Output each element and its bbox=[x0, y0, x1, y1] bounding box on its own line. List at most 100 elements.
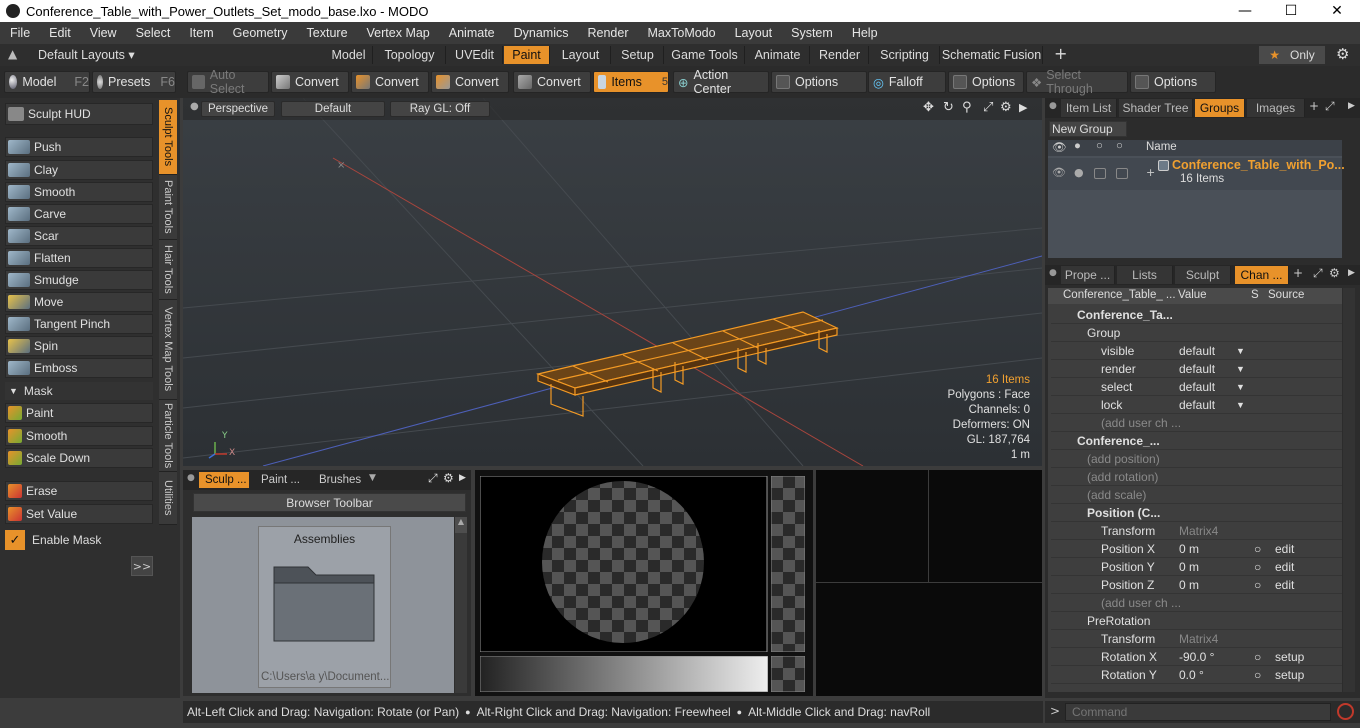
sculpt-hud-button[interactable]: Sculpt HUD bbox=[5, 103, 153, 125]
add-tab-button[interactable]: + bbox=[1054, 44, 1067, 63]
top-panel-dot[interactable]: ● bbox=[1049, 101, 1057, 111]
browser-maximize-icon[interactable]: ⤢ bbox=[428, 471, 438, 486]
channel-row[interactable]: select default ▼ bbox=[1051, 378, 1342, 396]
group-select-box[interactable] bbox=[1116, 168, 1128, 179]
brushes-dropdown-icon[interactable]: ▼ bbox=[369, 473, 376, 483]
model-button[interactable]: Model F2 bbox=[4, 71, 90, 93]
menu-view[interactable]: View bbox=[80, 26, 126, 40]
menu-texture[interactable]: Texture bbox=[297, 26, 357, 40]
convert-button-1[interactable]: Convert bbox=[271, 71, 349, 93]
tab-render[interactable]: Render bbox=[811, 46, 869, 64]
channel-row[interactable]: Rotation X -90.0 ° ○ setup bbox=[1051, 648, 1342, 666]
vtab-hair-tools[interactable]: Hair Tools bbox=[159, 240, 177, 300]
channel-value[interactable]: -90.0 ° bbox=[1179, 650, 1214, 664]
tool-clay[interactable]: Clay bbox=[5, 160, 153, 180]
channel-state-icon[interactable]: ○ bbox=[1254, 560, 1261, 574]
tool-emboss[interactable]: Emboss bbox=[5, 358, 153, 378]
mid-panel-dot[interactable]: ● bbox=[1049, 268, 1057, 278]
mask-header[interactable]: ▼ Mask bbox=[5, 382, 153, 400]
tool-flatten[interactable]: Flatten bbox=[5, 248, 153, 268]
tab-groups[interactable]: Groups bbox=[1195, 99, 1245, 117]
tab-model[interactable]: Model bbox=[325, 46, 373, 64]
tab-item-list[interactable]: Item List bbox=[1061, 99, 1117, 117]
falloff-button[interactable]: ◎ Falloff bbox=[868, 71, 946, 93]
layout-up-icon[interactable]: ▲ bbox=[8, 47, 17, 61]
channel-value[interactable]: 0 m bbox=[1179, 560, 1199, 574]
tab-shader-tree[interactable]: Shader Tree bbox=[1119, 99, 1193, 117]
channel-row[interactable]: Position X 0 m ○ edit bbox=[1051, 540, 1342, 558]
channel-value[interactable]: Matrix4 bbox=[1179, 524, 1218, 538]
vtab-vertex-map-tools[interactable]: Vertex Map Tools bbox=[159, 300, 177, 400]
viewport-scene[interactable]: × bbox=[183, 98, 1042, 466]
channel-row[interactable]: Conference_... bbox=[1051, 432, 1342, 450]
channel-row[interactable]: (add position) bbox=[1051, 450, 1342, 468]
channel-row[interactable]: (add user ch ... bbox=[1051, 594, 1342, 612]
mid-gear-icon[interactable]: ⚙ bbox=[1329, 266, 1340, 280]
raygl-toggle[interactable]: Ray GL: Off bbox=[390, 101, 490, 117]
menu-dynamics[interactable]: Dynamics bbox=[504, 26, 578, 40]
channel-row[interactable]: (add rotation) bbox=[1051, 468, 1342, 486]
channel-row[interactable]: visible default ▼ bbox=[1051, 342, 1342, 360]
channel-row[interactable]: Rotation Y 0.0 ° ○ setup bbox=[1051, 666, 1342, 684]
default-layouts-dropdown[interactable]: Default Layouts ▾ bbox=[38, 47, 135, 62]
convert-button-4[interactable]: Convert bbox=[513, 71, 591, 93]
viewport-menu-dot[interactable]: ● bbox=[190, 101, 199, 112]
move-view-icon[interactable]: ✥ bbox=[923, 100, 934, 115]
only-toggle[interactable]: ★ Only bbox=[1259, 46, 1325, 64]
tab-scripting[interactable]: Scripting bbox=[870, 46, 940, 64]
menu-file[interactable]: File bbox=[0, 26, 39, 40]
channel-row[interactable]: Conference_Ta... bbox=[1051, 306, 1342, 324]
tab-lists[interactable]: Lists bbox=[1117, 266, 1173, 284]
tool-smooth[interactable]: Smooth bbox=[5, 182, 153, 202]
group-lock-box[interactable] bbox=[1094, 168, 1106, 179]
tab-paint[interactable]: Paint bbox=[504, 46, 550, 64]
viewport-gear-icon[interactable]: ⚙ bbox=[1000, 100, 1012, 115]
dropdown-arrow-icon[interactable]: ▼ bbox=[1236, 346, 1245, 356]
action-center-button[interactable]: ⊕ Action Center bbox=[673, 68, 769, 96]
enable-mask-checkbox[interactable]: ✓ Enable Mask bbox=[5, 529, 153, 551]
tab-images[interactable]: Images bbox=[1247, 99, 1305, 117]
browser-menu-dot[interactable]: ● bbox=[187, 473, 195, 483]
new-group-button[interactable]: New Group bbox=[1049, 121, 1127, 137]
maximize-view-icon[interactable]: ⤢ bbox=[983, 100, 993, 115]
zoom-view-icon[interactable]: ⚲ bbox=[962, 100, 972, 115]
channel-row[interactable]: Transform Matrix4 bbox=[1051, 630, 1342, 648]
mask-smooth[interactable]: Smooth bbox=[5, 426, 153, 446]
channels-scrollbar[interactable] bbox=[1343, 288, 1355, 692]
menu-system[interactable]: System bbox=[781, 26, 842, 40]
channel-value[interactable]: 0.0 ° bbox=[1179, 668, 1204, 682]
tab-paint-presets[interactable]: Paint ... bbox=[255, 472, 311, 488]
set-value-button[interactable]: Set Value bbox=[5, 504, 153, 524]
record-icon[interactable] bbox=[1337, 703, 1354, 720]
tool-spin[interactable]: Spin bbox=[5, 336, 153, 356]
channel-row[interactable]: (add scale) bbox=[1051, 486, 1342, 504]
tab-channels[interactable]: Chan ... bbox=[1235, 266, 1289, 284]
items-button[interactable]: Items 5 bbox=[593, 71, 669, 93]
tab-layout[interactable]: Layout bbox=[551, 46, 611, 64]
expand-group-icon[interactable]: + bbox=[1146, 166, 1155, 179]
browser-more-icon[interactable]: ▶ bbox=[459, 473, 466, 483]
channel-row[interactable]: PreRotation bbox=[1051, 612, 1342, 630]
maximize-button[interactable]: ☐ bbox=[1268, 0, 1314, 22]
convert-button-3[interactable]: Convert bbox=[431, 71, 509, 93]
menu-maxtomodo[interactable]: MaxToModo bbox=[638, 26, 725, 40]
menu-select[interactable]: Select bbox=[126, 26, 180, 40]
tool-smudge[interactable]: Smudge bbox=[5, 270, 153, 290]
channel-row[interactable]: Group bbox=[1051, 324, 1342, 342]
channel-row[interactable]: Position Y 0 m ○ edit bbox=[1051, 558, 1342, 576]
menu-help[interactable]: Help bbox=[842, 26, 887, 40]
options-button-1[interactable]: Options bbox=[771, 71, 867, 93]
tab-sculpt-presets[interactable]: Sculp ... bbox=[199, 472, 249, 488]
channel-row[interactable]: render default ▼ bbox=[1051, 360, 1342, 378]
tab-setup[interactable]: Setup bbox=[612, 46, 664, 64]
mid-add-icon[interactable]: + bbox=[1293, 266, 1303, 280]
dropdown-arrow-icon[interactable]: ▼ bbox=[1236, 400, 1245, 410]
vtab-particle-tools[interactable]: Particle Tools bbox=[159, 400, 177, 472]
tab-uvedit[interactable]: UVEdit bbox=[447, 46, 503, 64]
channel-row[interactable]: lock default ▼ bbox=[1051, 396, 1342, 414]
group-render-icon[interactable]: ● bbox=[1074, 166, 1084, 179]
tab-animate[interactable]: Animate bbox=[746, 46, 810, 64]
channel-state-icon[interactable]: ○ bbox=[1254, 542, 1261, 556]
tool-move[interactable]: Move bbox=[5, 292, 153, 312]
menu-animate[interactable]: Animate bbox=[439, 26, 504, 40]
